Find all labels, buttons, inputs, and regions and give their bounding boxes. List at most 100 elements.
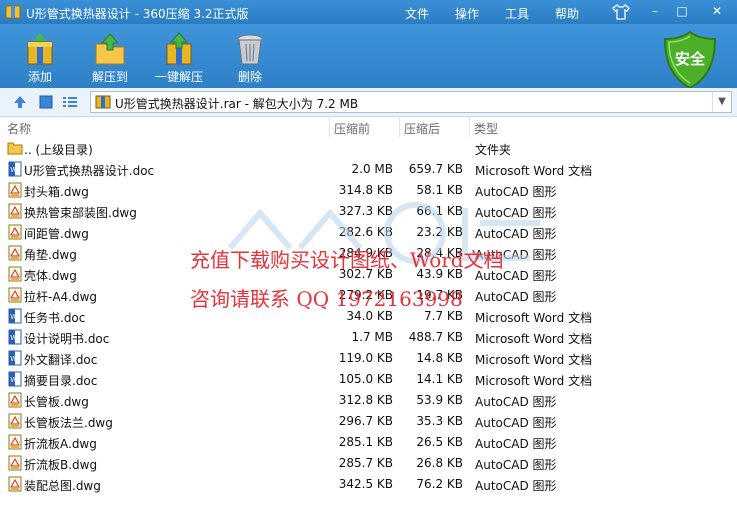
file-packed-size: 26.5 KB xyxy=(416,435,463,449)
watermark-line-2: 咨询请联系 QQ 1972163998 xyxy=(190,287,463,311)
delete-button[interactable]: 删除 xyxy=(215,32,285,85)
file-row[interactable]: 折流板A.dwg 285.1 KB 26.5 KB AutoCAD 图形 xyxy=(0,432,737,453)
svg-text:W: W xyxy=(10,376,17,384)
add-label: 添加 xyxy=(27,70,52,84)
extract-to-button[interactable]: 解压到 xyxy=(75,32,145,85)
toolbar: 添加 解压到 一键解压 删除 xyxy=(0,24,737,88)
file-packed-size: 659.7 KB xyxy=(408,162,463,176)
file-row[interactable]: W 设计说明书.doc 1.7 MB 488.7 KB Microsoft Word 文… xyxy=(0,327,737,348)
file-name: 外文翻译.doc xyxy=(24,353,98,367)
file-name: 设计说明书.doc xyxy=(24,332,110,346)
column-divider[interactable] xyxy=(329,117,330,137)
word-icon: W xyxy=(8,329,22,345)
dwg-icon xyxy=(8,266,22,282)
file-packed-size: 26.8 KB xyxy=(416,456,463,470)
path-dropdown-button[interactable]: ▼ xyxy=(712,92,731,112)
title-bar: U形管式换热器设计 - 360压缩 3.2正式版 文件 操作 工具 帮助 – □… xyxy=(0,0,737,24)
dwg-icon xyxy=(8,392,22,408)
dwg-icon xyxy=(8,203,22,219)
close-button[interactable]: ✕ xyxy=(707,3,727,19)
file-size: 342.5 KB xyxy=(338,477,393,491)
file-type: Microsoft Word 文档 xyxy=(475,164,593,178)
file-name: 折流板A.dwg xyxy=(24,437,97,451)
one-click-extract-label: 一键解压 xyxy=(154,70,203,84)
file-packed-size: 53.9 KB xyxy=(416,393,463,407)
dwg-icon xyxy=(8,245,22,261)
file-row[interactable]: 长管板.dwg 312.8 KB 53.9 KB AutoCAD 图形 xyxy=(0,390,737,411)
file-type: Microsoft Word 文档 xyxy=(475,311,593,325)
file-packed-size: 14.8 KB xyxy=(416,351,463,365)
file-type: Microsoft Word 文档 xyxy=(475,353,593,367)
svg-text:W: W xyxy=(10,355,17,363)
column-packed[interactable]: 压缩后 xyxy=(404,120,440,137)
file-row[interactable]: 折流板B.dwg 285.7 KB 26.8 KB AutoCAD 图形 xyxy=(0,453,737,474)
dwg-icon xyxy=(8,434,22,450)
delete-label: 删除 xyxy=(237,70,262,84)
file-size: 285.7 KB xyxy=(338,456,393,470)
file-type: 文件夹 xyxy=(475,143,512,157)
folder-icon xyxy=(7,142,23,155)
file-name: 壳体.dwg xyxy=(24,269,77,283)
path-bar[interactable]: U形管式换热器设计.rar - 解包大小为 7.2 MB ▼ xyxy=(90,91,732,113)
folder-extract-icon xyxy=(95,33,125,65)
app-icon xyxy=(5,5,21,19)
file-size: 2.0 MB xyxy=(351,162,393,176)
file-name: 任务书.doc xyxy=(24,311,86,325)
skin-shirt-icon[interactable] xyxy=(612,4,630,20)
list-view-icon[interactable] xyxy=(62,94,78,110)
file-type: AutoCAD 图形 xyxy=(475,479,557,493)
up-arrow-icon[interactable] xyxy=(12,94,28,110)
column-size[interactable]: 压缩前 xyxy=(334,120,370,137)
file-name: 封头箱.dwg xyxy=(24,185,89,199)
file-row[interactable]: W U形管式换热器设计.doc 2.0 MB 659.7 KB Microsoft Wo… xyxy=(0,159,737,180)
dwg-icon xyxy=(8,224,22,240)
file-name: 长管板.dwg xyxy=(24,395,89,409)
column-type[interactable]: 类型 xyxy=(474,120,498,137)
minimize-button[interactable]: – xyxy=(645,3,665,19)
window-title: U形管式换热器设计 - 360压缩 3.2正式版 xyxy=(26,7,249,21)
extract-to-label: 解压到 xyxy=(91,70,128,84)
menu-tools[interactable]: 工具 xyxy=(505,5,529,22)
file-row[interactable]: 装配总图.dwg 342.5 KB 76.2 KB AutoCAD 图形 xyxy=(0,474,737,495)
column-divider[interactable] xyxy=(469,117,470,137)
file-type: AutoCAD 图形 xyxy=(475,416,557,430)
large-icon-view-icon[interactable] xyxy=(38,94,54,110)
add-archive-icon xyxy=(27,33,53,65)
maximize-button[interactable]: □ xyxy=(672,3,692,19)
menu-operate[interactable]: 操作 xyxy=(455,5,479,22)
word-icon: W xyxy=(8,308,22,324)
file-name: 折流板B.dwg xyxy=(24,458,98,472)
file-packed-size: 76.2 KB xyxy=(416,477,463,491)
add-button[interactable]: 添加 xyxy=(5,32,75,85)
watermark-logo xyxy=(227,202,540,264)
path-text: U形管式换热器设计.rar - 解包大小为 7.2 MB xyxy=(115,97,359,111)
file-size: 1.7 MB xyxy=(351,330,393,344)
file-row[interactable]: W 摘要目录.doc 105.0 KB 14.1 KB Microsoft Word 文… xyxy=(0,369,737,390)
svg-text:W: W xyxy=(10,334,17,342)
parent-directory-row[interactable]: .. (上级目录) 文件夹 xyxy=(0,138,737,159)
column-divider[interactable] xyxy=(399,117,400,137)
file-name: 装配总图.dwg xyxy=(24,479,101,493)
one-click-extract-button[interactable]: 一键解压 xyxy=(144,32,214,85)
svg-text:W: W xyxy=(10,166,17,174)
file-name: U形管式换热器设计.doc xyxy=(24,164,155,178)
file-name: 长管板法兰.dwg xyxy=(24,416,113,430)
menu-file[interactable]: 文件 xyxy=(405,5,429,22)
word-icon: W xyxy=(8,350,22,366)
file-packed-size: 35.3 KB xyxy=(416,414,463,428)
file-size: 296.7 KB xyxy=(338,414,393,428)
column-name[interactable]: 名称 xyxy=(7,120,31,137)
security-shield-button[interactable]: 安全 xyxy=(662,30,718,90)
column-header: 名称 压缩前 压缩后 类型 xyxy=(0,117,737,137)
dwg-icon xyxy=(8,287,22,303)
dwg-icon xyxy=(8,182,22,198)
file-name: 摘要目录.doc xyxy=(24,374,98,388)
file-packed-size: 14.1 KB xyxy=(416,372,463,386)
menu-help[interactable]: 帮助 xyxy=(555,5,579,22)
file-type: AutoCAD 图形 xyxy=(475,395,557,409)
one-click-extract-icon xyxy=(166,32,192,65)
file-row[interactable]: 长管板法兰.dwg 296.7 KB 35.3 KB AutoCAD 图形 xyxy=(0,411,737,432)
svg-text:W: W xyxy=(10,313,17,321)
file-size: 105.0 KB xyxy=(338,372,393,386)
file-row[interactable]: W 外文翻译.doc 119.0 KB 14.8 KB Microsoft Word 文… xyxy=(0,348,737,369)
